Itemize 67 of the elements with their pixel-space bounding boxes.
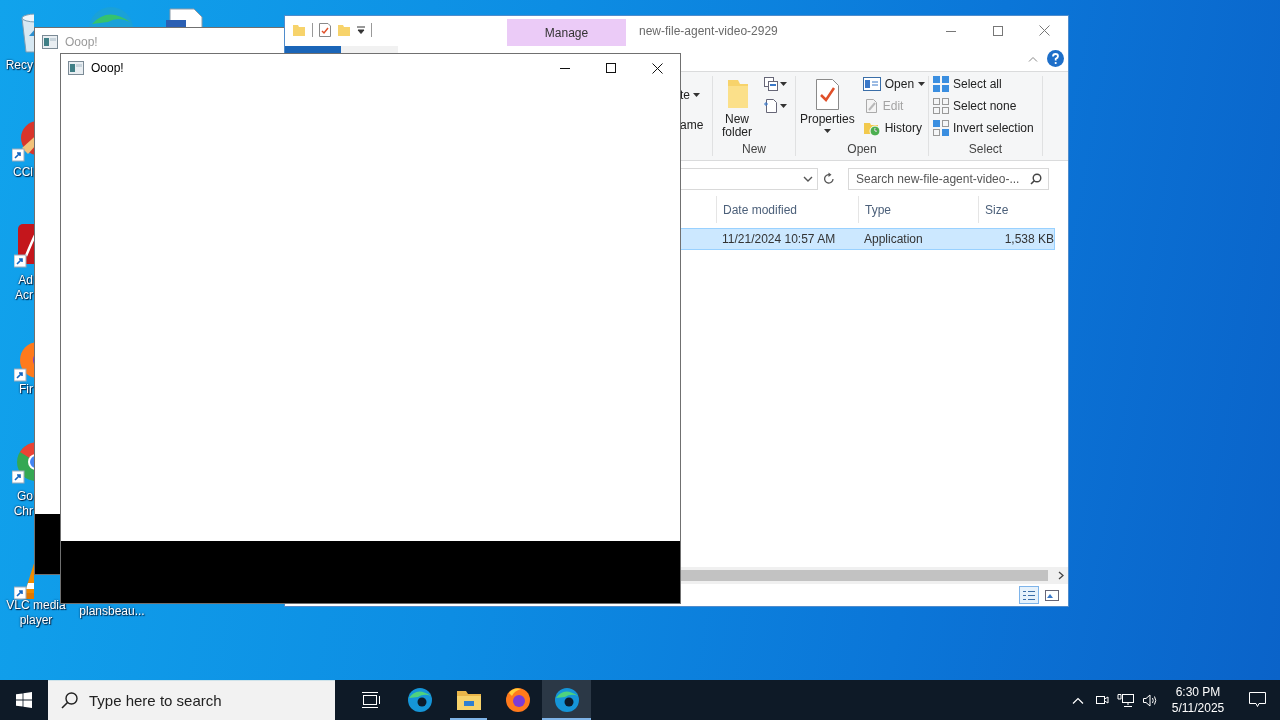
properties-icon[interactable] bbox=[319, 23, 331, 37]
ribbon-button[interactable]: Open bbox=[858, 73, 930, 95]
properties-icon bbox=[814, 78, 841, 110]
select-none-icon bbox=[933, 98, 949, 114]
taskbar-button[interactable] bbox=[542, 680, 591, 720]
close-icon bbox=[1039, 25, 1050, 36]
ribbon-button[interactable]: ame bbox=[680, 114, 704, 136]
search-field[interactable]: Search new-file-agent-video-... bbox=[848, 167, 1049, 190]
ribbon-button[interactable]: Invert selection bbox=[929, 117, 1038, 139]
ribbon-button[interactable]: Select none bbox=[929, 95, 1038, 117]
history-icon bbox=[862, 120, 881, 136]
clock-date[interactable]: 5/11/2025 bbox=[1171, 700, 1225, 716]
window-icon bbox=[862, 77, 881, 91]
task-view-icon bbox=[360, 691, 381, 709]
maximize-icon bbox=[992, 25, 1003, 36]
details-view-icon bbox=[1023, 589, 1035, 601]
edge-icon bbox=[406, 687, 433, 713]
select-all-icon bbox=[933, 76, 949, 92]
window-title: Ooop! bbox=[91, 61, 124, 75]
large-icons-icon bbox=[1045, 589, 1059, 601]
refresh-icon bbox=[823, 172, 835, 185]
group-label: Open bbox=[846, 142, 878, 158]
search-icon bbox=[61, 692, 78, 709]
column-header[interactable]: Type bbox=[858, 196, 978, 223]
invert-selection-icon bbox=[933, 120, 949, 136]
search-input[interactable]: Search new-file-agent-video-... bbox=[856, 171, 1030, 186]
camera-icon bbox=[1095, 693, 1109, 707]
chevron-right-icon[interactable] bbox=[1058, 571, 1064, 580]
details-view-button[interactable] bbox=[1019, 586, 1039, 604]
ribbon-button[interactable]: Properties bbox=[796, 72, 859, 133]
maximize-icon bbox=[606, 63, 616, 73]
group-label: Select bbox=[967, 142, 1004, 158]
network-icon bbox=[1117, 692, 1135, 708]
chevron-up-icon bbox=[1072, 696, 1084, 704]
clock-time[interactable]: 6:30 PM bbox=[1175, 684, 1221, 700]
firefox-icon bbox=[504, 687, 531, 713]
ribbon-tab[interactable]: Manage bbox=[507, 19, 626, 46]
help-icon[interactable] bbox=[1047, 50, 1064, 67]
app-icon bbox=[42, 35, 58, 49]
window-title: new-file-agent-video-2929 bbox=[639, 24, 778, 38]
speech-bubble-icon bbox=[1248, 692, 1266, 708]
search-box[interactable]: Type here to search bbox=[48, 680, 335, 720]
group-label: New bbox=[741, 142, 767, 158]
copy-icon bbox=[763, 76, 779, 92]
ribbon-button[interactable]: New folder bbox=[713, 72, 761, 139]
edge-icon bbox=[553, 687, 580, 713]
ribbon-button[interactable]: Select all bbox=[929, 73, 1038, 95]
search-icon[interactable] bbox=[1030, 172, 1042, 185]
table-cell-text: 1,538 KB bbox=[1003, 232, 1054, 246]
file-row[interactable]: 11/21/2024 10:57 AM Application 1,538 KB bbox=[680, 228, 1055, 250]
folder-icon bbox=[455, 689, 482, 711]
customize-icon[interactable] bbox=[357, 26, 365, 34]
column-header[interactable]: Size bbox=[978, 196, 1058, 223]
speaker-icon bbox=[1141, 692, 1159, 708]
horizontal-scrollbar[interactable] bbox=[680, 567, 1068, 584]
chevron-down-icon[interactable] bbox=[803, 175, 813, 182]
app-icon bbox=[68, 61, 84, 75]
window-title: Ooop! bbox=[65, 35, 98, 49]
document-icon[interactable] bbox=[166, 8, 204, 27]
windows-logo-icon bbox=[16, 692, 32, 708]
table-cell-text: 11/21/2024 10:57 AM bbox=[722, 232, 837, 246]
column-header[interactable]: Date modified bbox=[716, 196, 858, 223]
table-cell-text: Application bbox=[864, 232, 924, 246]
close-icon bbox=[651, 62, 663, 74]
ribbon-button[interactable]: te bbox=[680, 84, 704, 106]
new-item-icon bbox=[763, 98, 779, 114]
search-input[interactable]: Type here to search bbox=[89, 692, 329, 709]
